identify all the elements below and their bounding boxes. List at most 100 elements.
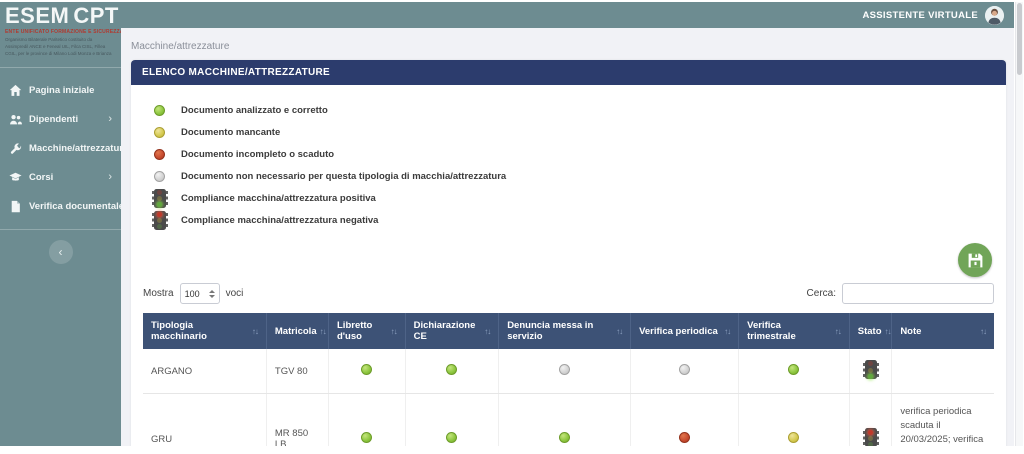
legend-item: Documento analizzato e corretto [143, 99, 994, 121]
document-icon [9, 200, 22, 213]
home-icon [9, 84, 22, 97]
brand-subtitle: ENTE UNIFICATO FORMAZIONE E SICUREZZA [5, 29, 124, 35]
topbar: ASSISTENTE VIRTUALE [121, 2, 1014, 28]
floppy-disk-icon [967, 252, 984, 269]
legend-label: Compliance macchina/attrezzatura positiv… [181, 192, 376, 204]
col-matricola[interactable]: Matricola ↑↓ [265, 313, 329, 349]
status-dot [361, 432, 373, 444]
status-dot [559, 364, 571, 375]
page-scrollbar[interactable] [1015, 2, 1023, 446]
scrollbar-thumb[interactable] [1017, 3, 1022, 75]
status-dot [788, 364, 800, 375]
sort-icon: ↑↓ [390, 326, 398, 336]
page-size-value: 100 [184, 288, 200, 299]
traffic-light-status-icon [862, 360, 877, 379]
sidebar-item-label: Macchine/attrezzature [29, 143, 129, 155]
sort-icon: ↑↓ [616, 326, 623, 336]
export-row [143, 243, 994, 277]
cell-matricola: TGV 80 [265, 349, 329, 394]
legend-item: Compliance macchina/attrezzatura negativ… [143, 209, 994, 231]
content-column: ASSISTENTE VIRTUALE Macchine/attrezzatur… [121, 2, 1014, 446]
status-dot [679, 364, 691, 375]
sidebar: ESEM CPT ENTE UNIFICATO FORMAZIONE E SIC… [0, 2, 128, 446]
legend-label: Documento non necessario per questa tipo… [181, 170, 507, 182]
status-dot [788, 432, 800, 444]
legend-label: Documento analizzato e corretto [181, 104, 328, 116]
col-dichiarazione-ce[interactable]: Dichiarazione CE ↑↓ [404, 313, 499, 349]
virtual-assistant-avatar[interactable] [985, 5, 1004, 25]
cell-tipologia: GRU [143, 393, 267, 446]
machines-panel: ELENCO MACCHINE/ATTREZZATURE Documento a… [131, 60, 1006, 446]
wrench-icon [9, 142, 22, 155]
main-content: Macchine/attrezzature ELENCO MACCHINE/AT… [121, 28, 1014, 446]
machines-table: Tipologia macchinario ↑↓ Matricola ↑↓ Libr… [143, 313, 994, 446]
brand-logo: ESEM CPT ENTE UNIFICATO FORMAZIONE E SIC… [0, 2, 124, 63]
sidebar-item-label: Pagina iniziale [29, 85, 95, 97]
sidebar-item-verifica-documentale[interactable]: Verifica documentale › [0, 192, 128, 221]
sort-icon: ↑↓ [884, 326, 892, 336]
status-dot [446, 432, 458, 444]
status-dot [361, 364, 373, 375]
sidebar-collapse-button[interactable]: ‹ [48, 240, 73, 265]
status-dot [446, 364, 458, 375]
sidebar-item-label: Corsi [29, 172, 54, 184]
legend-item: Documento mancante [143, 121, 994, 143]
show-label: Mostra [143, 288, 174, 299]
chevron-left-icon: ‹ [58, 245, 63, 260]
status-dot [559, 432, 571, 444]
sort-icon: ↑↓ [319, 326, 327, 336]
table-controls: Mostra 100 voci Cerca: [143, 283, 994, 304]
search-input[interactable] [842, 283, 994, 304]
brand-logo-left: ESEM [5, 3, 70, 28]
status-dot-green [154, 104, 165, 116]
page-size-select[interactable]: 100 [179, 283, 220, 304]
col-tipologia-macchinario[interactable]: Tipologia macchinario ↑↓ [143, 313, 267, 349]
cell-note: verifica periodica scaduta il 20/03/2025… [891, 393, 994, 446]
table-header-row: Tipologia macchinario ↑↓ Matricola ↑↓ Libr… [143, 313, 994, 349]
legend-item: Documento non necessario per questa tipo… [143, 165, 994, 187]
col-verifica-periodica[interactable]: Verifica periodica ↑↓ [630, 313, 739, 349]
col-verifica-trimestrale[interactable]: Verifica trimestrale ↑↓ [738, 313, 850, 349]
brand-logo-text: ESEM CPT [5, 3, 119, 28]
panel-title: ELENCO MACCHINE/ATTREZZATURE [131, 60, 1006, 85]
sidebar-item-label: Dipendenti [29, 114, 79, 126]
chevron-right-icon: › [108, 113, 112, 126]
graduation-cap-icon [9, 171, 22, 184]
export-save-button[interactable] [958, 243, 992, 277]
chevron-right-icon: › [108, 171, 112, 184]
sidebar-item-pagina-iniziale[interactable]: Pagina iniziale [0, 76, 121, 105]
sidebar-collapse-area: ‹ [0, 234, 121, 270]
users-icon [9, 113, 22, 126]
col-denuncia-messa-in-servizio[interactable]: Denuncia messa in servizio ↑↓ [498, 313, 631, 349]
status-dot-yellow [154, 126, 165, 138]
cell-matricola: MR 850 LB [265, 393, 329, 446]
traffic-light-positive-icon [151, 188, 166, 208]
sidebar-item-macchine-attrezzature[interactable]: Macchine/attrezzature [0, 134, 128, 163]
sidebar-item-dipendenti[interactable]: Dipendenti › [0, 105, 121, 134]
status-dot-red [154, 148, 165, 160]
sort-icon: ↑↓ [724, 326, 731, 336]
status-legend: Documento analizzato e corretto Document… [143, 99, 994, 231]
sidebar-item-corsi[interactable]: Corsi › [0, 163, 121, 192]
cell-tipologia: ARGANO [143, 349, 267, 394]
sort-icon: ↑↓ [251, 326, 259, 336]
cell-note [891, 349, 994, 394]
brand-tagline: Organismo Bilaterale Paritetico costitui… [5, 37, 112, 56]
col-libretto-duso[interactable]: Libretto d'uso ↑↓ [328, 313, 406, 349]
search-control: Cerca: [807, 283, 994, 304]
brand-logo-right: CPT [73, 3, 119, 28]
col-stato[interactable]: Stato ↑↓ [848, 313, 892, 349]
col-note[interactable]: Note ↑↓ [891, 313, 994, 349]
sidebar-divider-top [0, 67, 121, 69]
traffic-light-status-icon [862, 428, 877, 446]
assistant-label: ASSISTENTE VIRTUALE [862, 9, 978, 21]
entries-label: voci [225, 288, 244, 299]
status-dot [679, 432, 691, 444]
sort-icon: ↑↓ [834, 326, 842, 336]
sort-icon: ↑↓ [484, 326, 491, 336]
breadcrumb: Macchine/attrezzature [131, 41, 230, 52]
legend-label: Documento mancante [181, 126, 281, 138]
legend-item: Documento incompleto o scaduto [143, 143, 994, 165]
sidebar-divider-bottom [0, 229, 121, 231]
table-row-gru: GRU MR 850 LB verifica periodica scaduta… [143, 393, 994, 446]
